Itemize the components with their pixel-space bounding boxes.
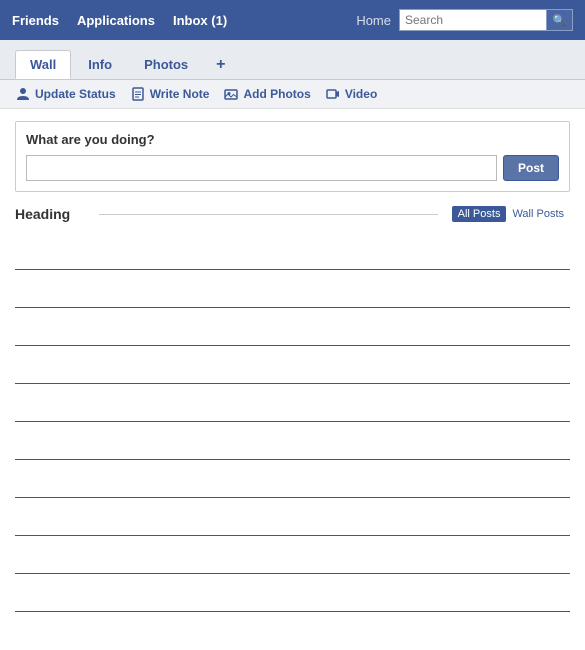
- video-icon: [325, 86, 341, 102]
- photo-icon: [223, 86, 239, 102]
- action-bar: Update Status Write Note Add Photos: [0, 80, 585, 109]
- content-line: [15, 498, 570, 536]
- filter-links: All Posts Wall Posts: [452, 206, 570, 222]
- post-button[interactable]: Post: [503, 155, 559, 181]
- content-line: [15, 574, 570, 612]
- action-add-photos[interactable]: Add Photos: [223, 86, 310, 102]
- content-line: [15, 346, 570, 384]
- tab-wall[interactable]: Wall: [15, 50, 71, 79]
- add-photos-label: Add Photos: [243, 87, 310, 101]
- heading-divider: [99, 214, 438, 215]
- tabs: Wall Info Photos +: [15, 50, 570, 79]
- nav-applications[interactable]: Applications: [77, 13, 155, 28]
- note-icon: [130, 86, 146, 102]
- content-line: [15, 270, 570, 308]
- content-line: [15, 460, 570, 498]
- status-input-row: Post: [26, 155, 559, 181]
- search-icon: 🔍: [553, 14, 567, 27]
- action-write-note[interactable]: Write Note: [130, 86, 210, 102]
- content-line: [15, 232, 570, 270]
- tab-add[interactable]: +: [205, 51, 236, 79]
- search-button[interactable]: 🔍: [547, 9, 573, 31]
- status-question: What are you doing?: [26, 132, 559, 147]
- search-wrapper: 🔍: [399, 9, 573, 31]
- action-video[interactable]: Video: [325, 86, 377, 102]
- status-input[interactable]: [26, 155, 497, 181]
- content-line: [15, 384, 570, 422]
- nav-inbox[interactable]: Inbox (1): [173, 13, 227, 28]
- nav-friends[interactable]: Friends: [12, 13, 59, 28]
- video-label: Video: [345, 87, 377, 101]
- tab-info[interactable]: Info: [73, 50, 127, 79]
- filter-all-posts[interactable]: All Posts: [452, 206, 507, 222]
- content-line: [15, 308, 570, 346]
- nav-links: Friends Applications Inbox (1): [12, 13, 356, 28]
- search-input[interactable]: [399, 9, 547, 31]
- update-status-label: Update Status: [35, 87, 116, 101]
- write-note-label: Write Note: [150, 87, 210, 101]
- nav-home[interactable]: Home: [356, 13, 391, 28]
- content-lines: [15, 232, 570, 612]
- tab-photos[interactable]: Photos: [129, 50, 203, 79]
- action-update-status[interactable]: Update Status: [15, 86, 116, 102]
- filter-wall-posts[interactable]: Wall Posts: [506, 206, 570, 222]
- heading-text: Heading: [15, 206, 85, 222]
- person-icon: [15, 86, 31, 102]
- heading-row: Heading All Posts Wall Posts: [15, 206, 570, 222]
- status-box: What are you doing? Post: [15, 121, 570, 192]
- profile-area: Wall Info Photos +: [0, 40, 585, 80]
- content-area: What are you doing? Post Heading All Pos…: [0, 109, 585, 624]
- top-nav: Friends Applications Inbox (1) Home 🔍: [0, 0, 585, 40]
- content-line: [15, 536, 570, 574]
- content-line: [15, 422, 570, 460]
